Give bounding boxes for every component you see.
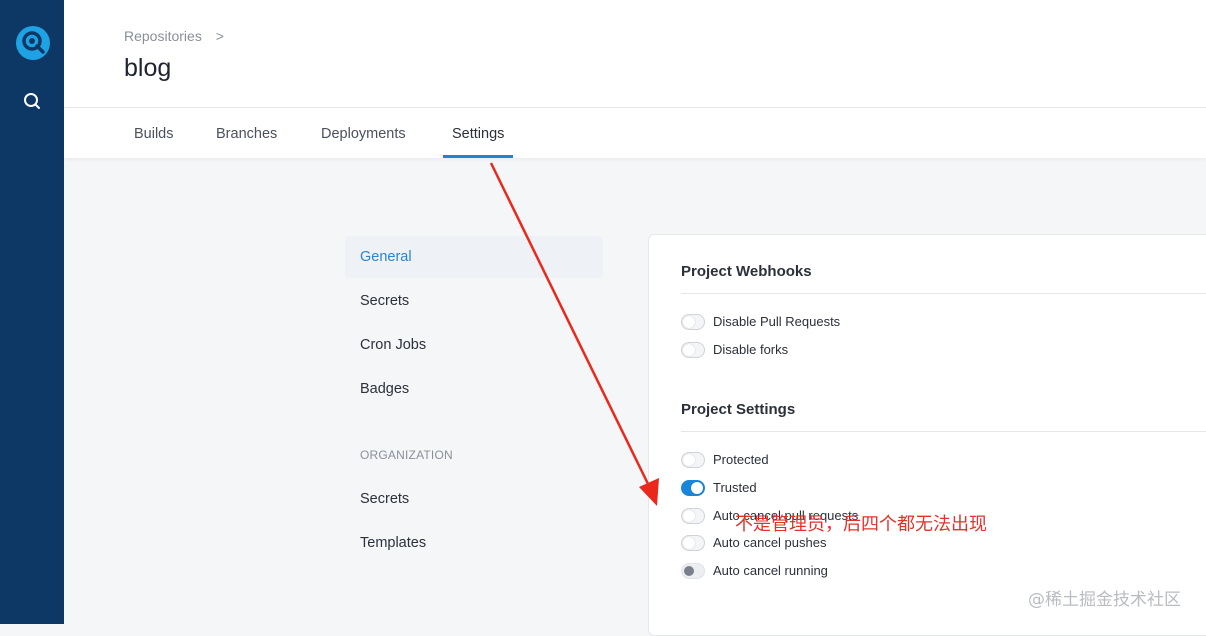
project-settings-title: Project Settings [681, 401, 796, 418]
option-disable-forks[interactable]: Disable forks [681, 341, 788, 361]
option-auto-cancel-running[interactable]: Auto cancel running [681, 562, 828, 582]
option-label: Auto cancel running [713, 563, 828, 578]
option-auto-cancel-pushes[interactable]: Auto cancel pushes [681, 534, 826, 554]
tab-settings[interactable]: Settings [442, 108, 514, 158]
tab-bar: Builds Branches Deployments Settings [64, 108, 1206, 158]
toggle-switch[interactable] [681, 313, 705, 330]
nav-item-secrets[interactable]: Secrets [345, 280, 603, 322]
watermark: @稀土掘金技术社区 [1028, 590, 1181, 610]
webhooks-title: Project Webhooks [681, 263, 812, 280]
option-label: Trusted [713, 480, 757, 495]
toggle-switch[interactable] [681, 341, 705, 358]
drone-logo-icon[interactable] [16, 26, 50, 60]
toggle-switch[interactable] [681, 451, 705, 468]
page-header: Repositories > blog [64, 0, 1206, 108]
sidebar [0, 0, 64, 624]
search-icon[interactable] [22, 91, 42, 111]
option-label: Auto cancel pushes [713, 535, 827, 550]
nav-item-org-templates[interactable]: Templates [345, 522, 603, 564]
nav-section-organization: ORGANIZATION [360, 448, 453, 462]
tab-branches[interactable]: Branches [216, 108, 277, 158]
page-title: blog [124, 54, 172, 82]
breadcrumb-repositories-link[interactable]: Repositories [124, 28, 202, 44]
divider [681, 293, 1206, 294]
nav-item-cron-jobs[interactable]: Cron Jobs [345, 324, 603, 366]
toggle-switch[interactable] [681, 562, 705, 579]
toggle-switch[interactable] [681, 507, 705, 524]
option-protected[interactable]: Protected [681, 451, 769, 471]
nav-item-org-secrets[interactable]: Secrets [345, 478, 603, 520]
divider [681, 431, 1206, 432]
tab-builds[interactable]: Builds [134, 108, 174, 158]
option-disable-pull-requests[interactable]: Disable Pull Requests [681, 313, 840, 333]
toggle-switch[interactable] [681, 534, 705, 551]
option-label: Protected [713, 452, 769, 467]
option-label: Disable Pull Requests [713, 314, 841, 329]
option-label: Disable forks [713, 342, 789, 357]
nav-item-badges[interactable]: Badges [345, 368, 603, 410]
annotation-text: 不是管理员，后四个都无法出现 [735, 514, 987, 535]
tab-deployments[interactable]: Deployments [321, 108, 406, 158]
nav-item-general[interactable]: General [345, 236, 603, 278]
option-trusted[interactable]: Trusted [681, 479, 757, 499]
breadcrumb: Repositories > [124, 28, 224, 44]
toggle-switch[interactable] [681, 479, 705, 496]
settings-panel: Project Webhooks Disable Pull Requests D… [648, 234, 1206, 636]
chevron-right-icon: > [215, 28, 224, 44]
